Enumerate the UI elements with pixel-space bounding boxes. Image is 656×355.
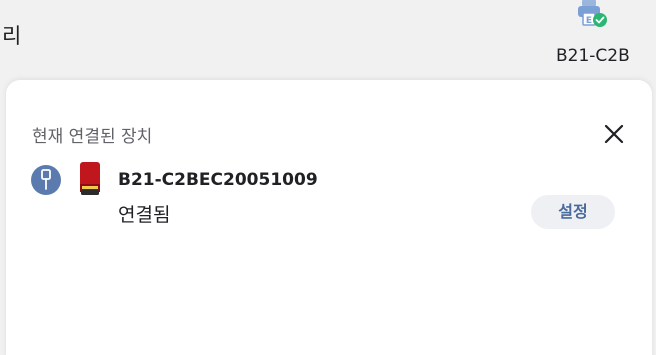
- app-window: 리 E B21-C2B 현재 연결된 장치 B21-C2BEC20051009 …: [0, 0, 656, 355]
- printer-device-button[interactable]: E B21-C2B: [556, 0, 640, 72]
- close-button[interactable]: [602, 122, 626, 146]
- device-status: 연결됨: [118, 204, 171, 226]
- printer-check-icon: E: [576, 0, 610, 30]
- device-name: B21-C2BEC20051009: [118, 170, 318, 190]
- close-icon: [602, 124, 626, 150]
- usb-icon: [30, 164, 62, 196]
- svg-text:E: E: [586, 16, 592, 26]
- connected-devices-panel: 현재 연결된 장치 B21-C2BEC20051009 연결됨 설정: [6, 80, 652, 355]
- panel-title: 현재 연결된 장치: [32, 127, 153, 147]
- background-text: 리: [2, 24, 22, 48]
- red-book-icon: [78, 162, 102, 196]
- settings-button[interactable]: 설정: [531, 195, 615, 229]
- device-row: B21-C2BEC20051009 연결됨 설정: [28, 160, 628, 240]
- printer-label: B21-C2B: [556, 46, 630, 66]
